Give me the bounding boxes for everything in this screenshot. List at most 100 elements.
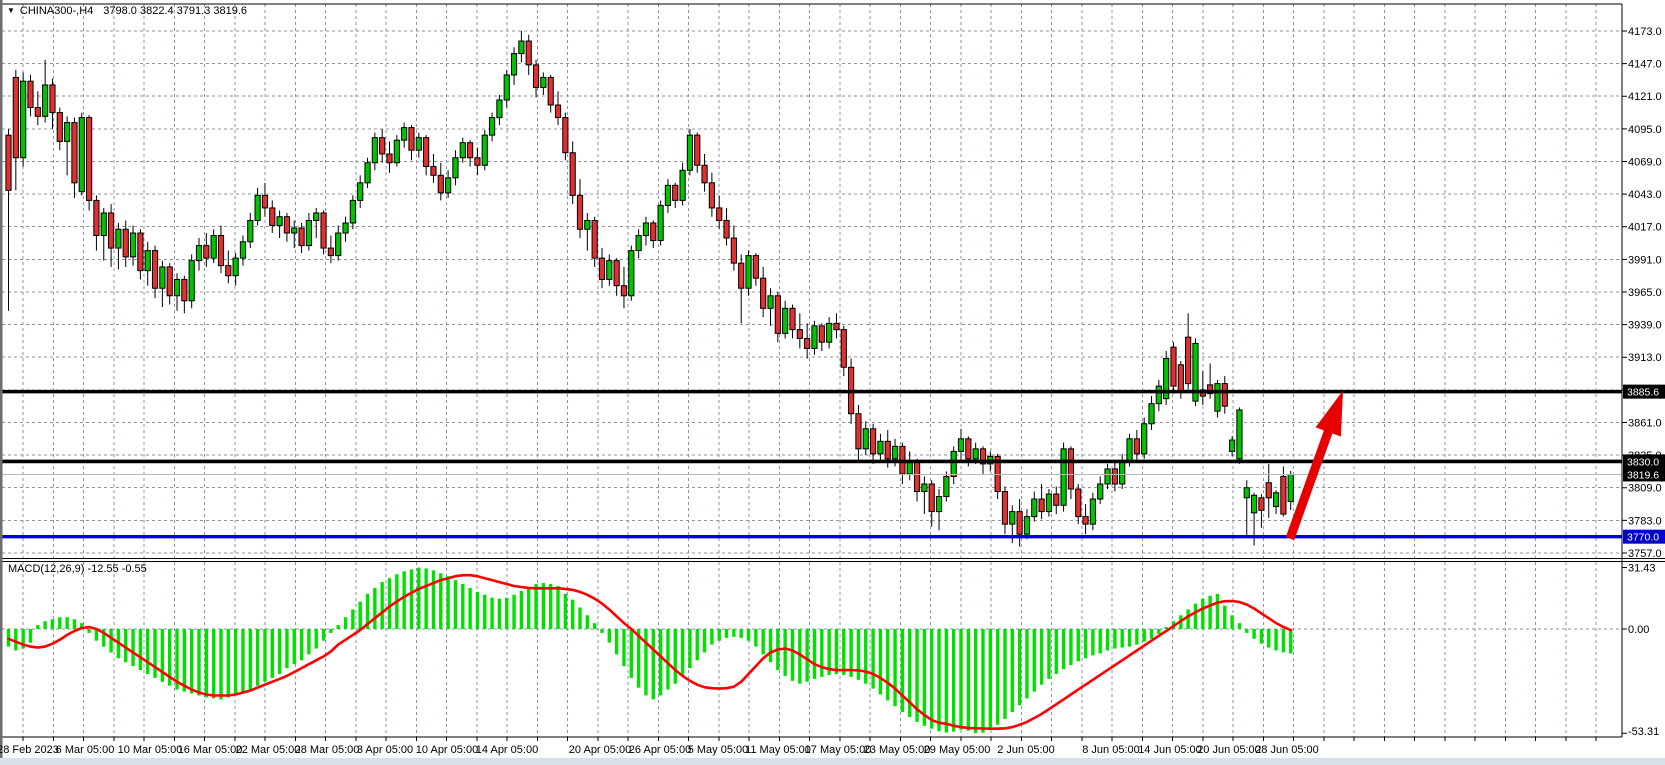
candlestick [526,41,531,65]
candlestick [1171,347,1176,386]
candlestick [387,154,392,163]
macd-bar [791,629,794,681]
candlestick [1259,498,1264,511]
candlestick [189,261,194,301]
candlestick [394,140,399,163]
price-tag: 3819.6 [1623,467,1665,481]
chart-title-bar: ▼CHINA300-,H43798.0 3822.4 3791.3 3819.6 [7,5,247,17]
time-axis-label: 20 Apr 05:00 [569,744,631,756]
macd-bar [923,629,926,726]
macd-bar [278,629,281,674]
macd-bar [358,602,361,629]
macd-bar [1040,629,1043,685]
candlestick [233,258,238,276]
macd-bar [285,629,288,668]
time-axis-label: 6 Mar 05:00 [56,744,115,756]
candlestick [768,296,773,309]
macd-bar [996,629,999,725]
macd-bar [1223,606,1226,629]
macd-bar [952,629,955,732]
candlestick [944,476,949,496]
candlestick [174,279,179,295]
macd-bar [256,629,259,686]
time-axis-label: 17 May 05:00 [805,744,872,756]
macd-bar [1208,596,1211,629]
candlestick [717,208,722,221]
macd-bar [1099,629,1102,653]
candlestick [1215,384,1220,412]
candlestick [204,246,209,259]
ohlc-values-label: 3798.0 3822.4 3791.3 3819.6 [103,5,247,17]
price-axis-label: 4173.0 [1628,26,1662,38]
candlestick [629,251,634,296]
macd-bar [549,584,552,629]
candlestick [922,484,927,492]
candlestick [108,213,113,248]
price-tag-text: 3830.0 [1627,456,1659,468]
candlestick [607,261,612,280]
macd-bar [373,588,376,629]
candlestick [1076,489,1081,517]
candlestick [482,135,487,165]
candlestick [973,449,978,459]
price-axis-label: 4017.0 [1628,222,1662,234]
macd-bar [835,629,838,674]
candlestick [255,195,260,220]
chart-dropdown-icon[interactable]: ▼ [7,6,15,15]
window-left-border [0,0,3,765]
macd-bar [1150,629,1153,639]
candlestick [1142,424,1147,454]
macd-bar [989,629,992,730]
macd-bar [205,629,208,697]
macd-bar [652,629,655,699]
macd-bar [87,629,90,633]
macd-bar [542,583,545,629]
candlestick [453,158,458,178]
macd-bar [600,629,603,633]
macd-bar [131,629,134,666]
macd-bar [424,568,427,629]
macd-bar [564,594,567,629]
candlestick [211,236,216,259]
macd-bar [227,629,230,697]
time-axis-label: 28 Mar 05:00 [295,744,360,756]
macd-bar [1003,629,1006,719]
candlestick [50,85,55,113]
candlestick [314,213,319,221]
macd-bar [417,568,420,629]
macd-bar [1091,629,1094,655]
candlestick [145,251,150,271]
candlestick [262,195,267,208]
candlestick [966,439,971,459]
price-axis-label: 4095.0 [1628,124,1662,136]
candlestick [739,263,744,288]
macd-bar [681,629,684,676]
macd-bar [461,584,464,629]
macd-bar [58,617,61,629]
candlestick [1120,461,1125,484]
candlestick [116,229,121,248]
macd-bar [293,629,296,664]
candlestick [6,135,11,190]
macd-bar [454,580,457,629]
macd-bar [747,629,750,641]
candlestick [665,185,670,205]
candlestick [86,118,91,201]
macd-bar [974,629,977,733]
chart-canvas[interactable]: 4173.04147.04121.04095.04069.04043.04017… [0,0,1665,765]
time-axis-label: 14 Jun 05:00 [1138,744,1202,756]
macd-bar [666,629,669,690]
macd-bar [959,629,962,730]
macd-bar [1238,623,1241,629]
candlestick [402,128,407,141]
candlestick [350,200,355,223]
trading-chart-window: 4173.04147.04121.04095.04069.04043.04017… [0,0,1665,765]
candlestick [43,85,48,116]
candlestick [1251,495,1256,513]
candlestick [1090,499,1095,524]
candlestick [72,123,77,183]
macd-bar [1194,604,1197,629]
price-axis-label: 3861.0 [1628,417,1662,429]
candlestick [1032,499,1037,517]
candlestick [160,267,165,288]
